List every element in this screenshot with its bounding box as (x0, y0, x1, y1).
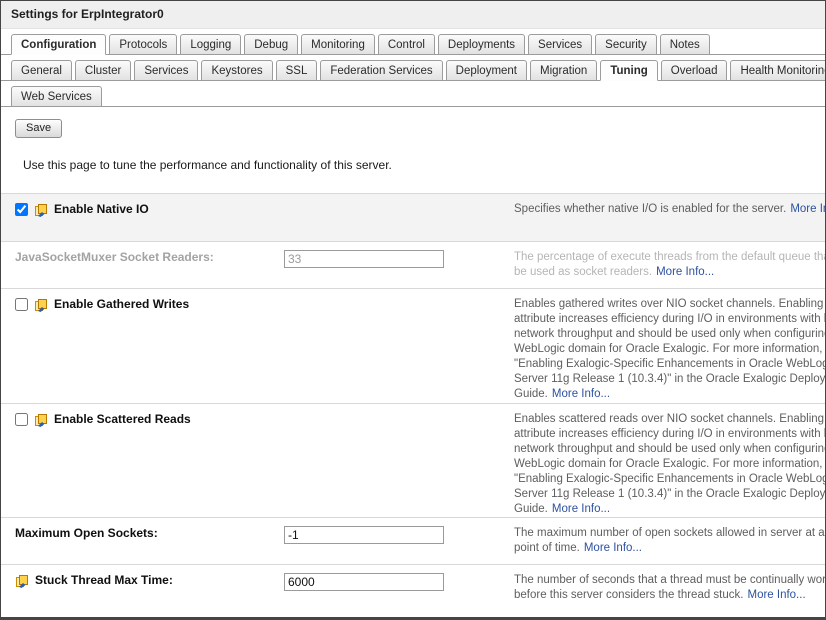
field-label-enable-scattered-reads: Enable Scattered Reads (54, 412, 191, 427)
tab-logging[interactable]: Logging (180, 34, 241, 55)
tab-general[interactable]: General (11, 60, 72, 81)
row-javasocketmuxer-socket-readers: JavaSocketMuxer Socket Readers: The perc… (1, 241, 825, 288)
more-info-link[interactable]: More Info... (747, 589, 805, 601)
tab-federation-services[interactable]: Federation Services (320, 60, 442, 81)
tab-notes[interactable]: Notes (660, 34, 710, 55)
more-info-link[interactable]: More Info... (790, 203, 826, 215)
tab-protocols[interactable]: Protocols (109, 34, 177, 55)
row-enable-gathered-writes: Enable Gathered Writes Enables gathered … (1, 288, 825, 403)
row-stuck-thread-max-time: Stuck Thread Max Time: The number of sec… (1, 564, 825, 610)
tab-services-sub[interactable]: Services (134, 60, 198, 81)
tab-services[interactable]: Services (528, 34, 592, 55)
field-label-javasocketmuxer: JavaSocketMuxer Socket Readers: (15, 250, 214, 265)
restart-required-icon (34, 413, 48, 427)
tab-keystores[interactable]: Keystores (201, 60, 272, 81)
help-stuck-thread-max-time: The number of seconds that a thread must… (514, 573, 826, 603)
secondary-tab-bar: General Cluster Services Keystores SSL F… (1, 55, 825, 81)
row-maximum-open-sockets: Maximum Open Sockets: The maximum number… (1, 517, 825, 564)
tab-health-monitoring[interactable]: Health Monitoring (730, 60, 826, 81)
maximum-open-sockets-input[interactable] (284, 526, 444, 544)
help-text: The maximum number of open sockets allow… (514, 527, 826, 554)
field-label-maximum-open-sockets: Maximum Open Sockets: (15, 526, 158, 541)
help-enable-gathered-writes: Enables gathered writes over NIO socket … (514, 297, 826, 402)
stuck-thread-max-time-input[interactable] (284, 573, 444, 591)
field-label-enable-gathered-writes: Enable Gathered Writes (54, 297, 189, 312)
save-button[interactable]: Save (15, 119, 62, 138)
field-label-enable-native-io: Enable Native IO (54, 202, 149, 217)
tab-ssl[interactable]: SSL (276, 60, 318, 81)
tab-control[interactable]: Control (378, 34, 435, 55)
enable-native-io-checkbox[interactable] (15, 203, 28, 216)
more-info-link[interactable]: More Info... (552, 388, 610, 400)
restart-required-icon (34, 203, 48, 217)
tab-security[interactable]: Security (595, 34, 657, 55)
more-info-link[interactable]: More Info... (584, 542, 642, 554)
tuning-form: Enable Native IO Specifies whether nativ… (1, 193, 825, 610)
row-enable-native-io: Enable Native IO Specifies whether nativ… (1, 193, 825, 241)
tab-tuning[interactable]: Tuning (600, 60, 657, 81)
help-text: Specifies whether native I/O is enabled … (514, 203, 786, 215)
help-enable-scattered-reads: Enables scattered reads over NIO socket … (514, 412, 826, 517)
more-info-link[interactable]: More Info... (552, 503, 610, 515)
help-maximum-open-sockets: The maximum number of open sockets allow… (514, 526, 826, 556)
help-text: Enables scattered reads over NIO socket … (514, 413, 826, 515)
enable-scattered-reads-checkbox[interactable] (15, 413, 28, 426)
tab-overload[interactable]: Overload (661, 60, 728, 81)
tab-cluster[interactable]: Cluster (75, 60, 131, 81)
restart-required-icon (34, 298, 48, 312)
field-label-stuck-thread-max-time: Stuck Thread Max Time: (35, 573, 173, 588)
tab-deployments[interactable]: Deployments (438, 34, 525, 55)
javasocketmuxer-socket-readers-input[interactable] (284, 250, 444, 268)
tab-debug[interactable]: Debug (244, 34, 298, 55)
help-javasocketmuxer: The percentage of execute threads from t… (514, 250, 826, 280)
help-text: Enables gathered writes over NIO socket … (514, 298, 826, 400)
page-description: Use this page to tune the performance an… (23, 158, 825, 172)
secondary-tab-bar-wrap: Web Services (1, 81, 825, 107)
enable-gathered-writes-checkbox[interactable] (15, 298, 28, 311)
tab-configuration[interactable]: Configuration (11, 34, 106, 55)
help-enable-native-io: Specifies whether native I/O is enabled … (514, 202, 826, 217)
tab-web-services[interactable]: Web Services (11, 86, 102, 107)
more-info-link[interactable]: More Info... (656, 266, 714, 278)
page-title: Settings for ErpIntegrator0 (1, 1, 825, 29)
tab-monitoring[interactable]: Monitoring (301, 34, 375, 55)
toolbar: Save (1, 107, 825, 144)
primary-tab-bar: Configuration Protocols Logging Debug Mo… (1, 29, 825, 55)
row-enable-scattered-reads: Enable Scattered Reads Enables scattered… (1, 403, 825, 517)
settings-page: Settings for ErpIntegrator0 Configuratio… (0, 0, 826, 620)
tab-deployment[interactable]: Deployment (446, 60, 527, 81)
tab-migration[interactable]: Migration (530, 60, 597, 81)
restart-required-icon (15, 574, 29, 588)
